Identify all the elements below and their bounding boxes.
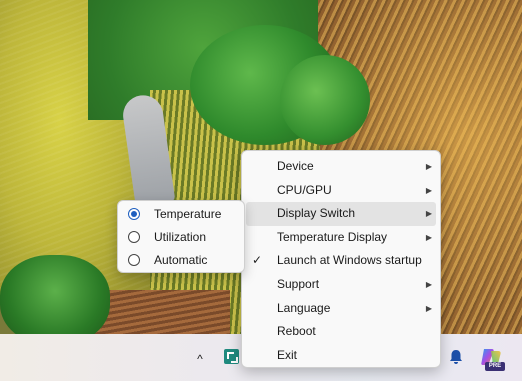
menu-item-exit[interactable]: Exit <box>242 344 440 368</box>
menu-item-label: Exit <box>277 347 298 362</box>
menu-item-label: Device <box>277 159 314 173</box>
display-switch-submenu: Temperature Utilization Automatic <box>117 200 245 273</box>
option-automatic[interactable]: Automatic <box>118 249 244 272</box>
option-temperature[interactable]: Temperature <box>118 203 244 226</box>
menu-item-label: Temperature Display <box>277 229 388 244</box>
menu-item-device[interactable]: Device ▶ <box>242 155 440 179</box>
option-label: Temperature <box>154 207 222 221</box>
notification-bell-icon[interactable] <box>447 348 465 366</box>
submenu-arrow-icon: ▶ <box>425 185 432 195</box>
radio-selected-icon[interactable] <box>128 208 140 220</box>
menu-item-label: Launch at Windows startup <box>277 253 422 268</box>
menu-item-label: Support <box>277 276 320 291</box>
menu-item-language[interactable]: Language ▶ <box>242 297 440 321</box>
menu-item-temperature-display[interactable]: Temperature Display ▶ <box>242 226 440 250</box>
menu-item-label: Display Switch <box>277 206 356 221</box>
submenu-arrow-icon: ▶ <box>425 162 432 171</box>
menu-item-display-switch[interactable]: Display Switch ▶ <box>246 202 436 226</box>
menu-item-label: Reboot <box>277 324 316 339</box>
wallpaper-trees <box>0 255 110 345</box>
menu-item-cpu-gpu[interactable]: CPU/GPU ▶ <box>242 179 440 203</box>
menu-item-support[interactable]: Support ▶ <box>242 273 440 297</box>
submenu-arrow-icon: ▶ <box>425 232 432 242</box>
option-label: Automatic <box>154 253 208 267</box>
radio-icon[interactable] <box>128 254 140 266</box>
menu-item-reboot[interactable]: Reboot <box>242 320 440 344</box>
preview-badge: PRE <box>485 362 505 371</box>
tray-context-menu: Device ▶ CPU/GPU ▶ Display Switch ▶ Temp… <box>241 150 441 368</box>
menu-item-label: Language <box>277 300 331 315</box>
option-label: Utilization <box>154 230 207 244</box>
submenu-arrow-icon: ▶ <box>425 209 432 219</box>
submenu-arrow-icon: ▶ <box>425 279 432 289</box>
menu-item-launch-at-startup[interactable]: ✓ Launch at Windows startup <box>242 249 440 273</box>
menu-item-label: CPU/GPU <box>277 182 332 197</box>
submenu-arrow-icon: ▶ <box>425 303 432 313</box>
tray-app-icon[interactable] <box>224 349 239 364</box>
radio-icon[interactable] <box>128 231 140 243</box>
option-utilization[interactable]: Utilization <box>118 226 244 249</box>
wallpaper-trees <box>280 55 370 145</box>
show-hidden-icons-chevron-icon[interactable]: ^ <box>193 352 207 366</box>
checkmark-icon: ✓ <box>252 253 263 268</box>
